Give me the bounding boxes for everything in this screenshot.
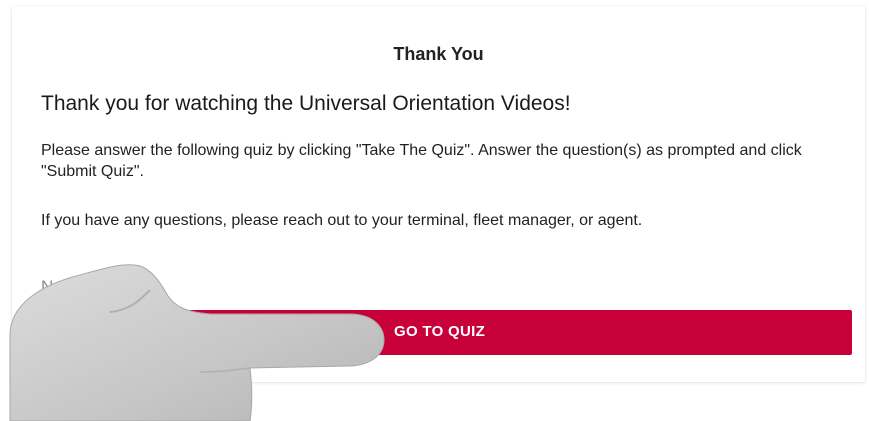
due-date-label: No Due Date [41, 277, 140, 296]
go-to-quiz-label: GO TO QUIZ [394, 323, 486, 340]
dialog-title: Thank You [393, 44, 484, 64]
quiz-instructions: Please answer the following quiz by clic… [41, 142, 802, 180]
thank-you-heading: Thank you for watching the Universal Ori… [41, 92, 571, 115]
thank-you-card: Thank You Thank you for watching the Uni… [12, 6, 865, 382]
contact-note: If you have any questions, please reach … [41, 212, 643, 229]
go-to-quiz-button[interactable]: GO TO QUIZ [32, 310, 852, 355]
